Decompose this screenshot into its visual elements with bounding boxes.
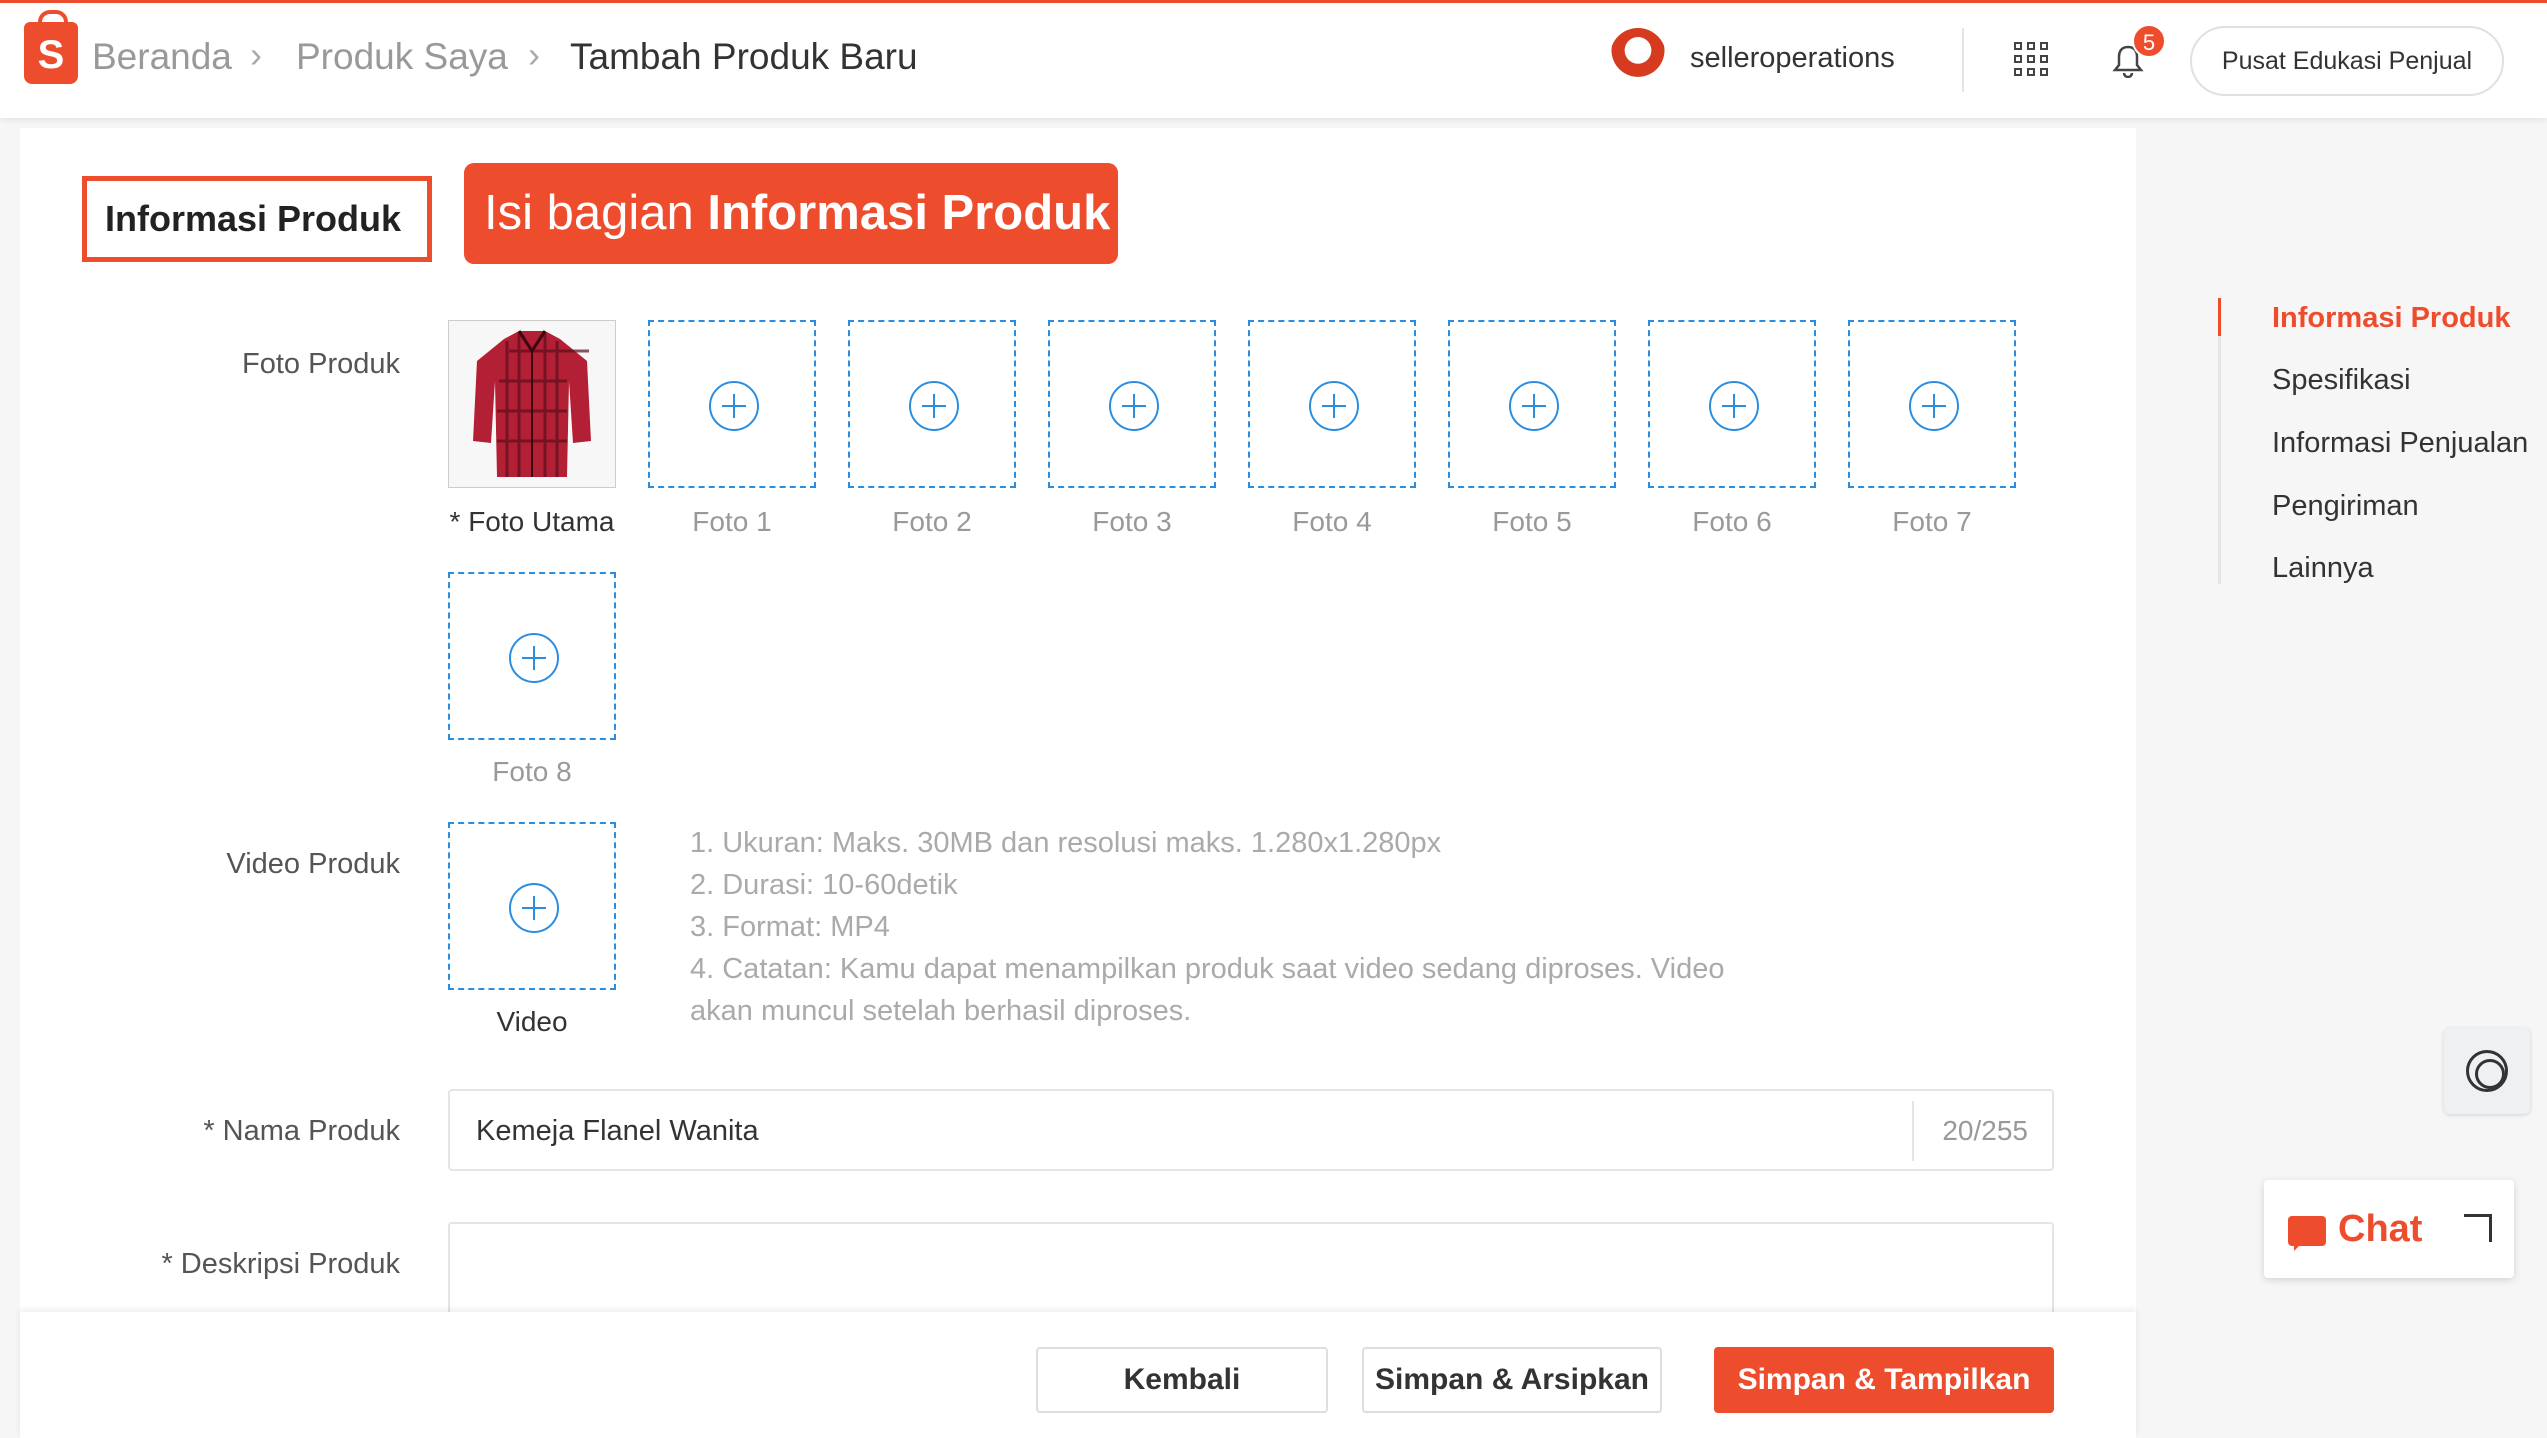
sidenav-item-spesifikasi[interactable]: Spesifikasi [2272,364,2411,397]
photo-caption: Foto 2 [892,506,972,537]
chat-label[interactable]: Chat [2338,1208,2422,1251]
photo-slot-5[interactable] [1448,320,1616,488]
add-icon [1509,381,1559,431]
photo-slot-7[interactable] [1848,320,2016,488]
back-button[interactable]: Kembali [1036,1347,1328,1413]
photo-label: Foto Produk [242,348,400,380]
photo-caption: Foto 3 [1092,506,1172,537]
add-icon [1709,381,1759,431]
add-icon [509,633,559,683]
photo-slot-8[interactable] [448,572,616,740]
chevron-right-icon: › [250,34,262,75]
add-icon [909,381,959,431]
char-counter: 20/255 [1912,1101,2052,1161]
photo-slot-3[interactable] [1048,320,1216,488]
add-icon [509,883,559,933]
sidenav-active-indicator [2218,298,2221,336]
photo-caption: Foto 6 [1692,506,1772,537]
username[interactable]: selleroperations [1690,42,1895,75]
sidenav-item-lainnya[interactable]: Lainnya [2272,552,2374,585]
photo-slot-1[interactable] [648,320,816,488]
divider [1962,28,1964,92]
notification-badge: 5 [2132,24,2166,58]
sidenav-item-pengiriman[interactable]: Pengiriman [2272,490,2419,523]
photo-slot-4[interactable] [1248,320,1416,488]
photo-caption: Foto 1 [692,506,772,537]
expand-icon[interactable] [2464,1214,2492,1242]
video-caption: Video [496,1006,568,1037]
main-photo[interactable] [448,320,616,488]
product-name-label: * Nama Produk [203,1115,400,1147]
main-photo-caption: * Foto Utama [449,506,615,537]
photo-caption: Foto 8 [492,756,572,787]
add-icon [709,381,759,431]
product-name-input[interactable]: Kemeja Flanel Wanita 20/255 [448,1089,2054,1171]
photo-caption: Foto 5 [1492,506,1572,537]
save-publish-button[interactable]: Simpan & Tampilkan [1714,1347,2054,1413]
hint-line: 1. Ukuran: Maks. 30MB dan resolusi maks.… [690,827,1442,859]
chevron-right-icon: › [528,34,540,75]
headset-icon [2466,1050,2508,1092]
photo-caption: Foto 4 [1292,506,1372,537]
hint-line: 2. Durasi: 10-60detik [690,869,958,901]
apps-grid-icon[interactable] [2014,42,2048,76]
description-textarea[interactable] [448,1222,2054,1322]
hint-line: 3. Format: MP4 [690,911,890,943]
section-title: Informasi Produk [82,176,432,262]
description-label: * Deskripsi Produk [161,1248,400,1280]
hint-line: akan muncul setelah berhasil diproses. [690,995,1192,1027]
photo-slot-2[interactable] [848,320,1016,488]
chat-widget[interactable]: Chat [2264,1180,2514,1278]
sidenav-item-informasi-penjualan[interactable]: Informasi Penjualan [2272,427,2528,460]
add-icon [1109,381,1159,431]
photo-caption: Foto 7 [1892,506,1972,537]
add-icon [1909,381,1959,431]
chat-icon [2288,1216,2326,1251]
breadcrumb-current: Tambah Produk Baru [570,36,918,77]
add-icon [1309,381,1359,431]
sidenav-item-informasi-produk[interactable]: Informasi Produk [2272,302,2511,335]
product-name-value[interactable]: Kemeja Flanel Wanita [476,1115,759,1148]
hint-line: 4. Catatan: Kamu dapat menampilkan produ… [690,953,1725,985]
breadcrumb-home[interactable]: Beranda [92,36,232,78]
video-label: Video Produk [226,848,400,880]
breadcrumb-products[interactable]: Produk Saya [296,36,508,78]
shopee-logo[interactable]: S [24,10,78,84]
help-button[interactable] [2444,1028,2530,1114]
photo-slot-6[interactable] [1648,320,1816,488]
save-archive-button[interactable]: Simpan & Arsipkan [1362,1347,1662,1413]
seller-education-button[interactable]: Pusat Edukasi Penjual [2190,26,2504,96]
video-requirements: 1. Ukuran: Maks. 30MB dan resolusi maks.… [690,822,1790,1032]
video-slot[interactable] [448,822,616,990]
shirt-image [449,321,615,487]
avatar[interactable] [1610,28,1666,84]
sidenav-track [2218,298,2221,584]
instruction-callout: Isi bagian Informasi Produk [464,163,1118,264]
